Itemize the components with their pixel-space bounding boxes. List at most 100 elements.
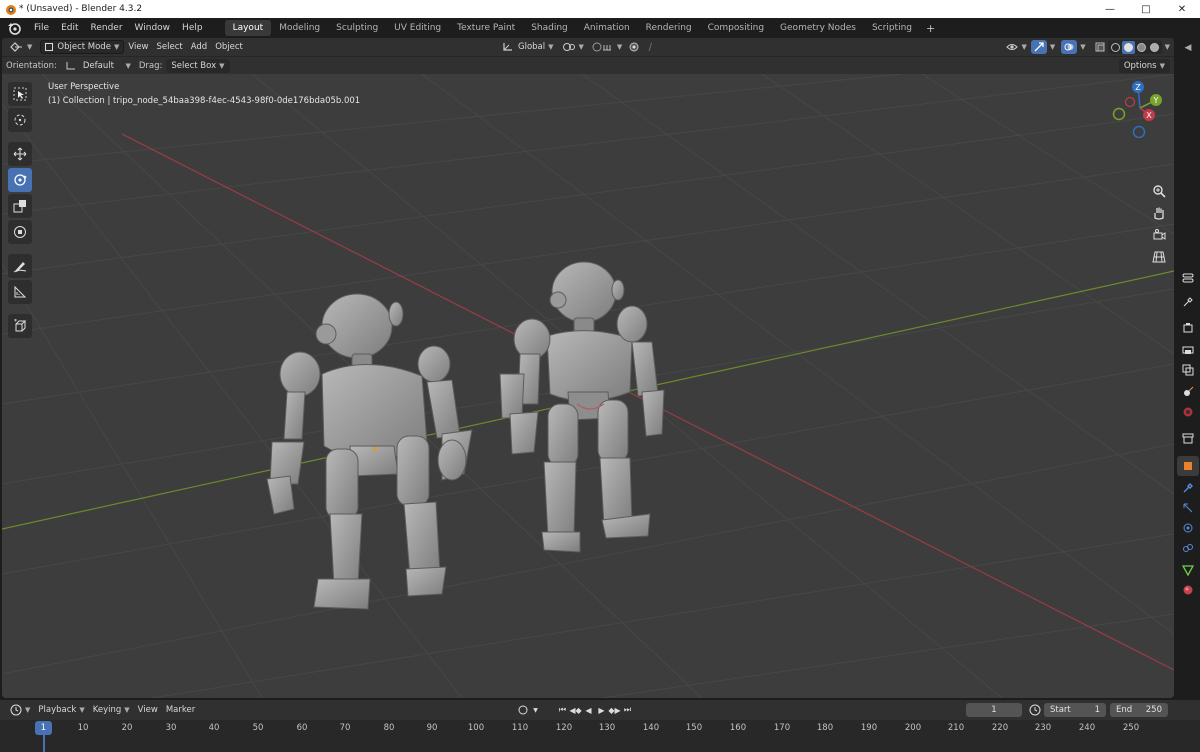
menu-render[interactable]: Render: [85, 18, 129, 38]
menu-view[interactable]: View: [124, 40, 152, 54]
material-properties-icon[interactable]: [1177, 580, 1199, 600]
measure-tool[interactable]: [8, 280, 32, 304]
gizmo-toggle-icon[interactable]: [1030, 40, 1047, 54]
move-tool[interactable]: [8, 142, 32, 166]
jump-end-icon[interactable]: ⏭: [621, 703, 634, 717]
menu-object[interactable]: Object: [211, 40, 247, 54]
menu-add[interactable]: Add: [187, 40, 211, 54]
proportional-edit-icon[interactable]: [626, 40, 642, 54]
keying-menu[interactable]: Keying ▼: [89, 703, 134, 717]
current-frame-marker[interactable]: 1: [35, 721, 52, 735]
tab-sculpting[interactable]: Sculpting: [328, 20, 386, 36]
annotate-tool[interactable]: [8, 254, 32, 278]
menu-edit[interactable]: Edit: [55, 18, 84, 38]
tab-geometry-nodes[interactable]: Geometry Nodes: [772, 20, 864, 36]
view-layer-icon[interactable]: [1177, 360, 1199, 380]
3d-viewport[interactable]: User Perspective (1) Collection | tripo_…: [2, 74, 1174, 698]
zoom-icon[interactable]: [1148, 180, 1170, 202]
tab-rendering[interactable]: Rendering: [638, 20, 700, 36]
transform-orientation-selector[interactable]: Global ▼: [498, 40, 558, 54]
scale-tool[interactable]: [8, 194, 32, 218]
timeline-editor-type-button[interactable]: ▼: [6, 703, 34, 717]
gizmo-neg-y-axis[interactable]: [1112, 107, 1126, 121]
camera-view-icon[interactable]: [1148, 224, 1170, 246]
data-properties-icon[interactable]: [1177, 560, 1199, 580]
jump-start-icon[interactable]: ⏮: [556, 703, 569, 717]
rotate-tool[interactable]: [8, 168, 32, 192]
menu-select[interactable]: Select: [153, 40, 187, 54]
shading-dropdown-icon[interactable]: ▼: [1165, 43, 1170, 51]
marker-menu[interactable]: Marker: [162, 703, 199, 717]
drag-dropdown[interactable]: Select Box ▼: [166, 58, 230, 73]
playback-menu[interactable]: Playback ▼: [34, 703, 88, 717]
timeline-ruler[interactable]: 1 10 20 30 40 50 60 70 80 90 100 110 120…: [0, 720, 1200, 752]
minimize-icon[interactable]: —: [1092, 0, 1128, 18]
select-box-tool[interactable]: [8, 82, 32, 106]
transform-tool[interactable]: [8, 220, 32, 244]
constraint-properties-icon[interactable]: [1177, 538, 1199, 558]
editor-type-button[interactable]: ▼: [6, 40, 36, 54]
close-icon[interactable]: ✕: [1164, 0, 1200, 18]
render-properties-icon[interactable]: [1177, 318, 1199, 338]
shading-wireframe-icon[interactable]: [1109, 41, 1122, 54]
cursor-tool[interactable]: [8, 108, 32, 132]
overlays-dropdown-icon[interactable]: ▼: [1080, 43, 1085, 51]
add-cube-tool[interactable]: [8, 314, 32, 338]
play-reverse-icon[interactable]: ◀: [582, 703, 595, 717]
tab-shading[interactable]: Shading: [523, 20, 576, 36]
preview-range-clock-icon[interactable]: [1028, 703, 1041, 717]
tab-uv-editing[interactable]: UV Editing: [386, 20, 449, 36]
play-icon[interactable]: ▶: [595, 703, 608, 717]
particle-properties-icon[interactable]: [1177, 498, 1199, 518]
object-properties-icon[interactable]: [1177, 456, 1199, 476]
gizmo-neg-z-axis[interactable]: [1132, 125, 1146, 138]
proportional-falloff-icon[interactable]: ∕: [642, 40, 658, 54]
end-frame-field[interactable]: End 250: [1110, 703, 1168, 717]
shading-solid-icon[interactable]: [1121, 40, 1135, 54]
robot-model-right[interactable]: [499, 261, 665, 553]
menu-help[interactable]: Help: [176, 18, 209, 38]
maximize-icon[interactable]: □: [1128, 0, 1164, 18]
world-properties-icon[interactable]: [1177, 402, 1199, 422]
perspective-toggle-icon[interactable]: [1148, 246, 1170, 268]
physics-properties-icon[interactable]: [1177, 518, 1199, 538]
add-workspace-button[interactable]: +: [920, 22, 941, 35]
tab-animation[interactable]: Animation: [576, 20, 638, 36]
shading-material-icon[interactable]: [1135, 41, 1148, 54]
tab-layout[interactable]: Layout: [224, 20, 272, 36]
collection-properties-icon[interactable]: [1177, 428, 1199, 448]
options-dropdown[interactable]: Options ▼: [1118, 59, 1170, 73]
overlays-toggle-icon[interactable]: [1061, 40, 1078, 54]
current-frame-field[interactable]: 1: [966, 703, 1022, 717]
gizmo-dropdown-icon[interactable]: ▼: [1050, 43, 1055, 51]
record-icon[interactable]: [516, 703, 529, 717]
output-properties-icon[interactable]: [1177, 340, 1199, 360]
tab-compositing[interactable]: Compositing: [700, 20, 772, 36]
blender-logo-icon[interactable]: [6, 20, 22, 36]
xray-toggle-icon[interactable]: [1092, 40, 1108, 54]
mode-selector[interactable]: Object Mode ▼: [40, 40, 125, 54]
modifier-properties-icon[interactable]: [1177, 478, 1199, 498]
navigation-gizmo[interactable]: Z Y X: [1110, 78, 1170, 138]
next-keyframe-icon[interactable]: ◆▶: [608, 703, 621, 717]
tool-properties-icon[interactable]: [1177, 268, 1199, 288]
gizmo-neg-x-axis[interactable]: [1124, 96, 1136, 108]
snap-selector[interactable]: ▼: [588, 40, 626, 54]
menu-file[interactable]: File: [28, 18, 55, 38]
scene-properties-icon[interactable]: [1177, 382, 1199, 402]
timeline-view-menu[interactable]: View: [134, 703, 162, 717]
visibility-selector[interactable]: ▼: [1002, 40, 1030, 54]
start-frame-field[interactable]: Start 1: [1044, 703, 1106, 717]
shading-rendered-icon[interactable]: [1148, 41, 1161, 54]
tab-scripting[interactable]: Scripting: [864, 20, 920, 36]
pivot-point-selector[interactable]: ▼: [558, 40, 588, 54]
tab-texture-paint[interactable]: Texture Paint: [449, 20, 523, 36]
tab-modeling[interactable]: Modeling: [271, 20, 328, 36]
collapse-arrow-icon[interactable]: ◀: [1177, 38, 1199, 58]
menu-window[interactable]: Window: [129, 18, 177, 38]
prev-keyframe-icon[interactable]: ◀◆: [569, 703, 582, 717]
orientation-dropdown[interactable]: Default ▼: [61, 59, 135, 73]
robot-model-left[interactable]: [266, 293, 473, 610]
pan-hand-icon[interactable]: [1148, 202, 1170, 224]
tool-settings-wrench-icon[interactable]: [1177, 292, 1199, 312]
